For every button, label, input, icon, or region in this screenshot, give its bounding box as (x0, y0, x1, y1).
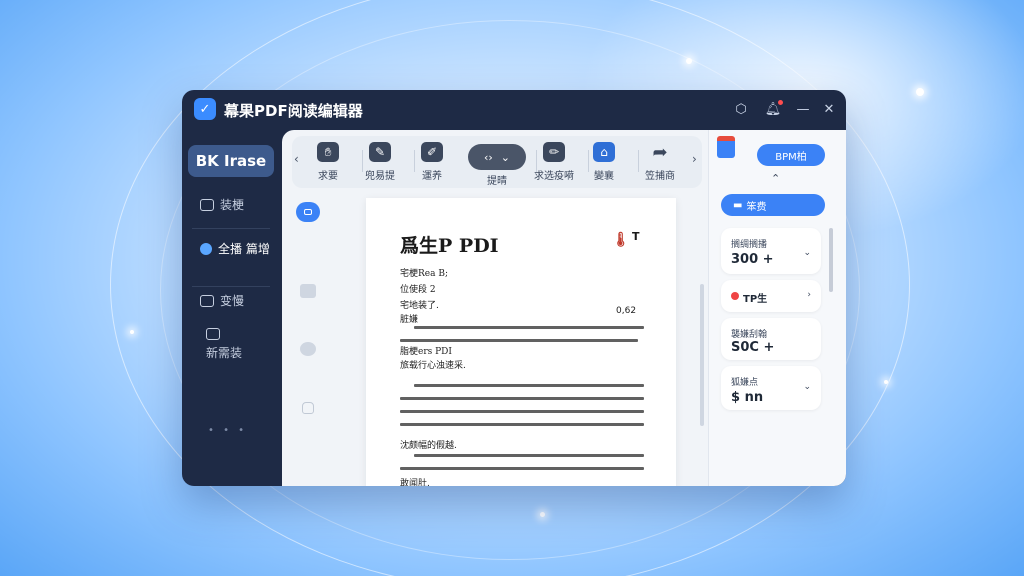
sidebar-item-1[interactable]: 全播 篇增 (200, 240, 270, 258)
main-area: ‹ ✋︎ 求要 ✎ 兜易提 ✐ 運养 ‹› ⌄ 提晴 ✏︎ 求选疫嗬 ⌂ 變襄 … (282, 130, 708, 486)
setting-value: $ nn (731, 390, 764, 405)
edit-icon: ✐ (421, 142, 443, 162)
tool-3[interactable]: 提晴 (469, 160, 525, 187)
sparkle (686, 58, 692, 64)
stamp-icon: ⌂ (593, 142, 615, 162)
document-icon (200, 294, 214, 307)
thumbnail-button[interactable] (296, 202, 320, 222)
chevron-down-icon: ⌄ (803, 248, 811, 258)
setting-label: TP生 (743, 294, 768, 305)
sparkle (130, 330, 134, 334)
paragraph-end: 敢闻肚. (400, 479, 430, 486)
sidebar-item-label: 全播 篇增 (218, 242, 270, 256)
image-icon[interactable] (300, 284, 316, 298)
tool-4[interactable]: ✏︎ 求选疫嗬 (526, 142, 582, 184)
sidebar-item-0[interactable]: 装梗 (200, 196, 244, 213)
tool-label: 兜易提 (365, 171, 395, 182)
doc-meta-line: 位使段 2 (400, 285, 436, 295)
title-bar: ✓ 幕果PDF阅读编辑器 ⬡ 🔔︎ — ✕ (182, 90, 846, 130)
tool-6[interactable]: ➦ 笠捕商 (632, 142, 688, 184)
pdf-page: 爲生P PDI 🌡︎ T 宅梗Rea B; 位使段 2 宅地装了. 脏嫌 0,6… (366, 198, 676, 486)
chevron-down-icon: ⌄ (803, 382, 811, 392)
sidebar-item-2[interactable]: 变慢 (200, 292, 244, 309)
doc-subline: 脂梗ers PDI (400, 347, 452, 357)
share-icon: ➦ (652, 141, 668, 163)
thermometer-icon: 🌡︎ (612, 232, 630, 248)
collapse-chevron-icon[interactable]: ⌃ (771, 172, 780, 185)
scroll-right-icon[interactable]: › (692, 152, 697, 166)
sidebar-item-3[interactable]: 新需装 (206, 328, 242, 361)
toolbar: ‹ ✋︎ 求要 ✎ 兜易提 ✐ 運养 ‹› ⌄ 提晴 ✏︎ 求选疫嗬 ⌂ 變襄 … (292, 136, 702, 188)
doc-meta-line: 宅梗Rea B; (400, 269, 448, 279)
app-logo-icon: ✓ (194, 98, 216, 120)
pen-icon: ✎ (369, 142, 391, 162)
sidebar-primary-button[interactable]: BK Irase (188, 145, 274, 177)
app-title: 幕果PDF阅读编辑器 (224, 102, 363, 120)
page-rail (294, 196, 324, 486)
document-title: 爲生P PDI (400, 235, 499, 257)
tool-label: 運养 (422, 171, 442, 182)
lock-icon[interactable] (302, 402, 314, 414)
select-label: 笨费 (746, 201, 767, 213)
tool-0[interactable]: ✋︎ 求要 (300, 142, 356, 184)
primary-action-button[interactable]: BPM柏 (757, 144, 825, 166)
notification-badge (778, 100, 783, 105)
tool-label: 變襄 (594, 171, 614, 182)
divider (192, 286, 270, 287)
clock-icon (200, 243, 212, 255)
setting-card-0[interactable]: 搁绸搁播 300 + ⌄ (721, 228, 821, 274)
chevron-right-icon: › (807, 290, 811, 300)
sidebar-item-label: 新需装 (206, 346, 243, 360)
screen-icon (206, 328, 220, 340)
tool-2[interactable]: ✐ 運养 (404, 142, 460, 184)
folder-icon (200, 198, 214, 211)
hand-icon: ✋︎ (317, 142, 339, 162)
sparkle (916, 88, 924, 96)
right-panel: BPM柏 ⌃ ▬ 笨费 搁绸搁播 300 + ⌄ TP生 › 襲嫌刮翰 S0C … (708, 130, 846, 486)
sparkle (884, 380, 888, 384)
doc-page-marker: 0,62 (616, 306, 637, 316)
doc-meta-line: 脏嫌 (400, 315, 419, 325)
setting-label: 搁绸搁播 (731, 240, 768, 250)
ai-tool-icon[interactable] (717, 136, 735, 158)
doc-meta-line: 宅地装了. (400, 301, 439, 311)
status-dot (731, 292, 739, 300)
setting-card-2[interactable]: 襲嫌刮翰 S0C + (721, 318, 821, 360)
setting-card-1[interactable]: TP生 › (721, 280, 821, 312)
setting-value: 300 + (731, 252, 774, 267)
tool-1[interactable]: ✎ 兜易提 (352, 142, 408, 184)
thumbnail-icon (304, 209, 312, 215)
setting-label: 襲嫌刮翰 (731, 330, 768, 340)
setting-label: 狐嫌点 (731, 378, 759, 388)
sidebar: BK Irase 装梗 全播 篇增 变慢 新需装 • • • (182, 130, 280, 486)
divider (192, 228, 270, 229)
sidebar-item-label: 变慢 (220, 294, 245, 308)
close-icon[interactable]: ✕ (820, 100, 838, 118)
paragraph-2 (400, 384, 644, 436)
comment-icon[interactable] (300, 342, 316, 356)
setting-value: S0C + (731, 340, 775, 355)
tool-label: 求选疫嗬 (534, 171, 574, 182)
scroll-left-icon[interactable]: ‹ (294, 152, 299, 166)
shield-icon[interactable]: ⬡ (732, 100, 750, 118)
setting-card-3[interactable]: 狐嫌点 $ nn ⌄ (721, 366, 821, 410)
minimize-icon[interactable]: — (794, 100, 812, 118)
text-tool-mark: T (632, 230, 640, 243)
sidebar-item-label: 装梗 (220, 198, 245, 212)
tool-label: 求要 (318, 171, 338, 182)
tool-label: 提晴 (487, 176, 507, 187)
tool-5[interactable]: ⌂ 變襄 (576, 142, 632, 184)
paragraph-3 (400, 454, 644, 480)
select-icon: ▬ (733, 199, 743, 211)
document-scrollbar[interactable] (700, 284, 704, 426)
panel-scrollbar[interactable] (829, 228, 833, 292)
app-window: ✓ 幕果PDF阅读编辑器 ⬡ 🔔︎ — ✕ BK Irase 装梗 全播 篇增 … (182, 90, 846, 486)
sparkle (540, 512, 545, 517)
paragraph-end: 旅载行心浊速采. (400, 361, 466, 371)
mode-select[interactable]: ▬ 笨费 (721, 194, 825, 216)
pencil-icon: ✏︎ (543, 142, 565, 162)
more-dots[interactable]: • • • (208, 425, 247, 436)
tool-label: 笠捕商 (645, 171, 675, 182)
paragraph-end: 沈颇幅的假越. (400, 441, 457, 451)
